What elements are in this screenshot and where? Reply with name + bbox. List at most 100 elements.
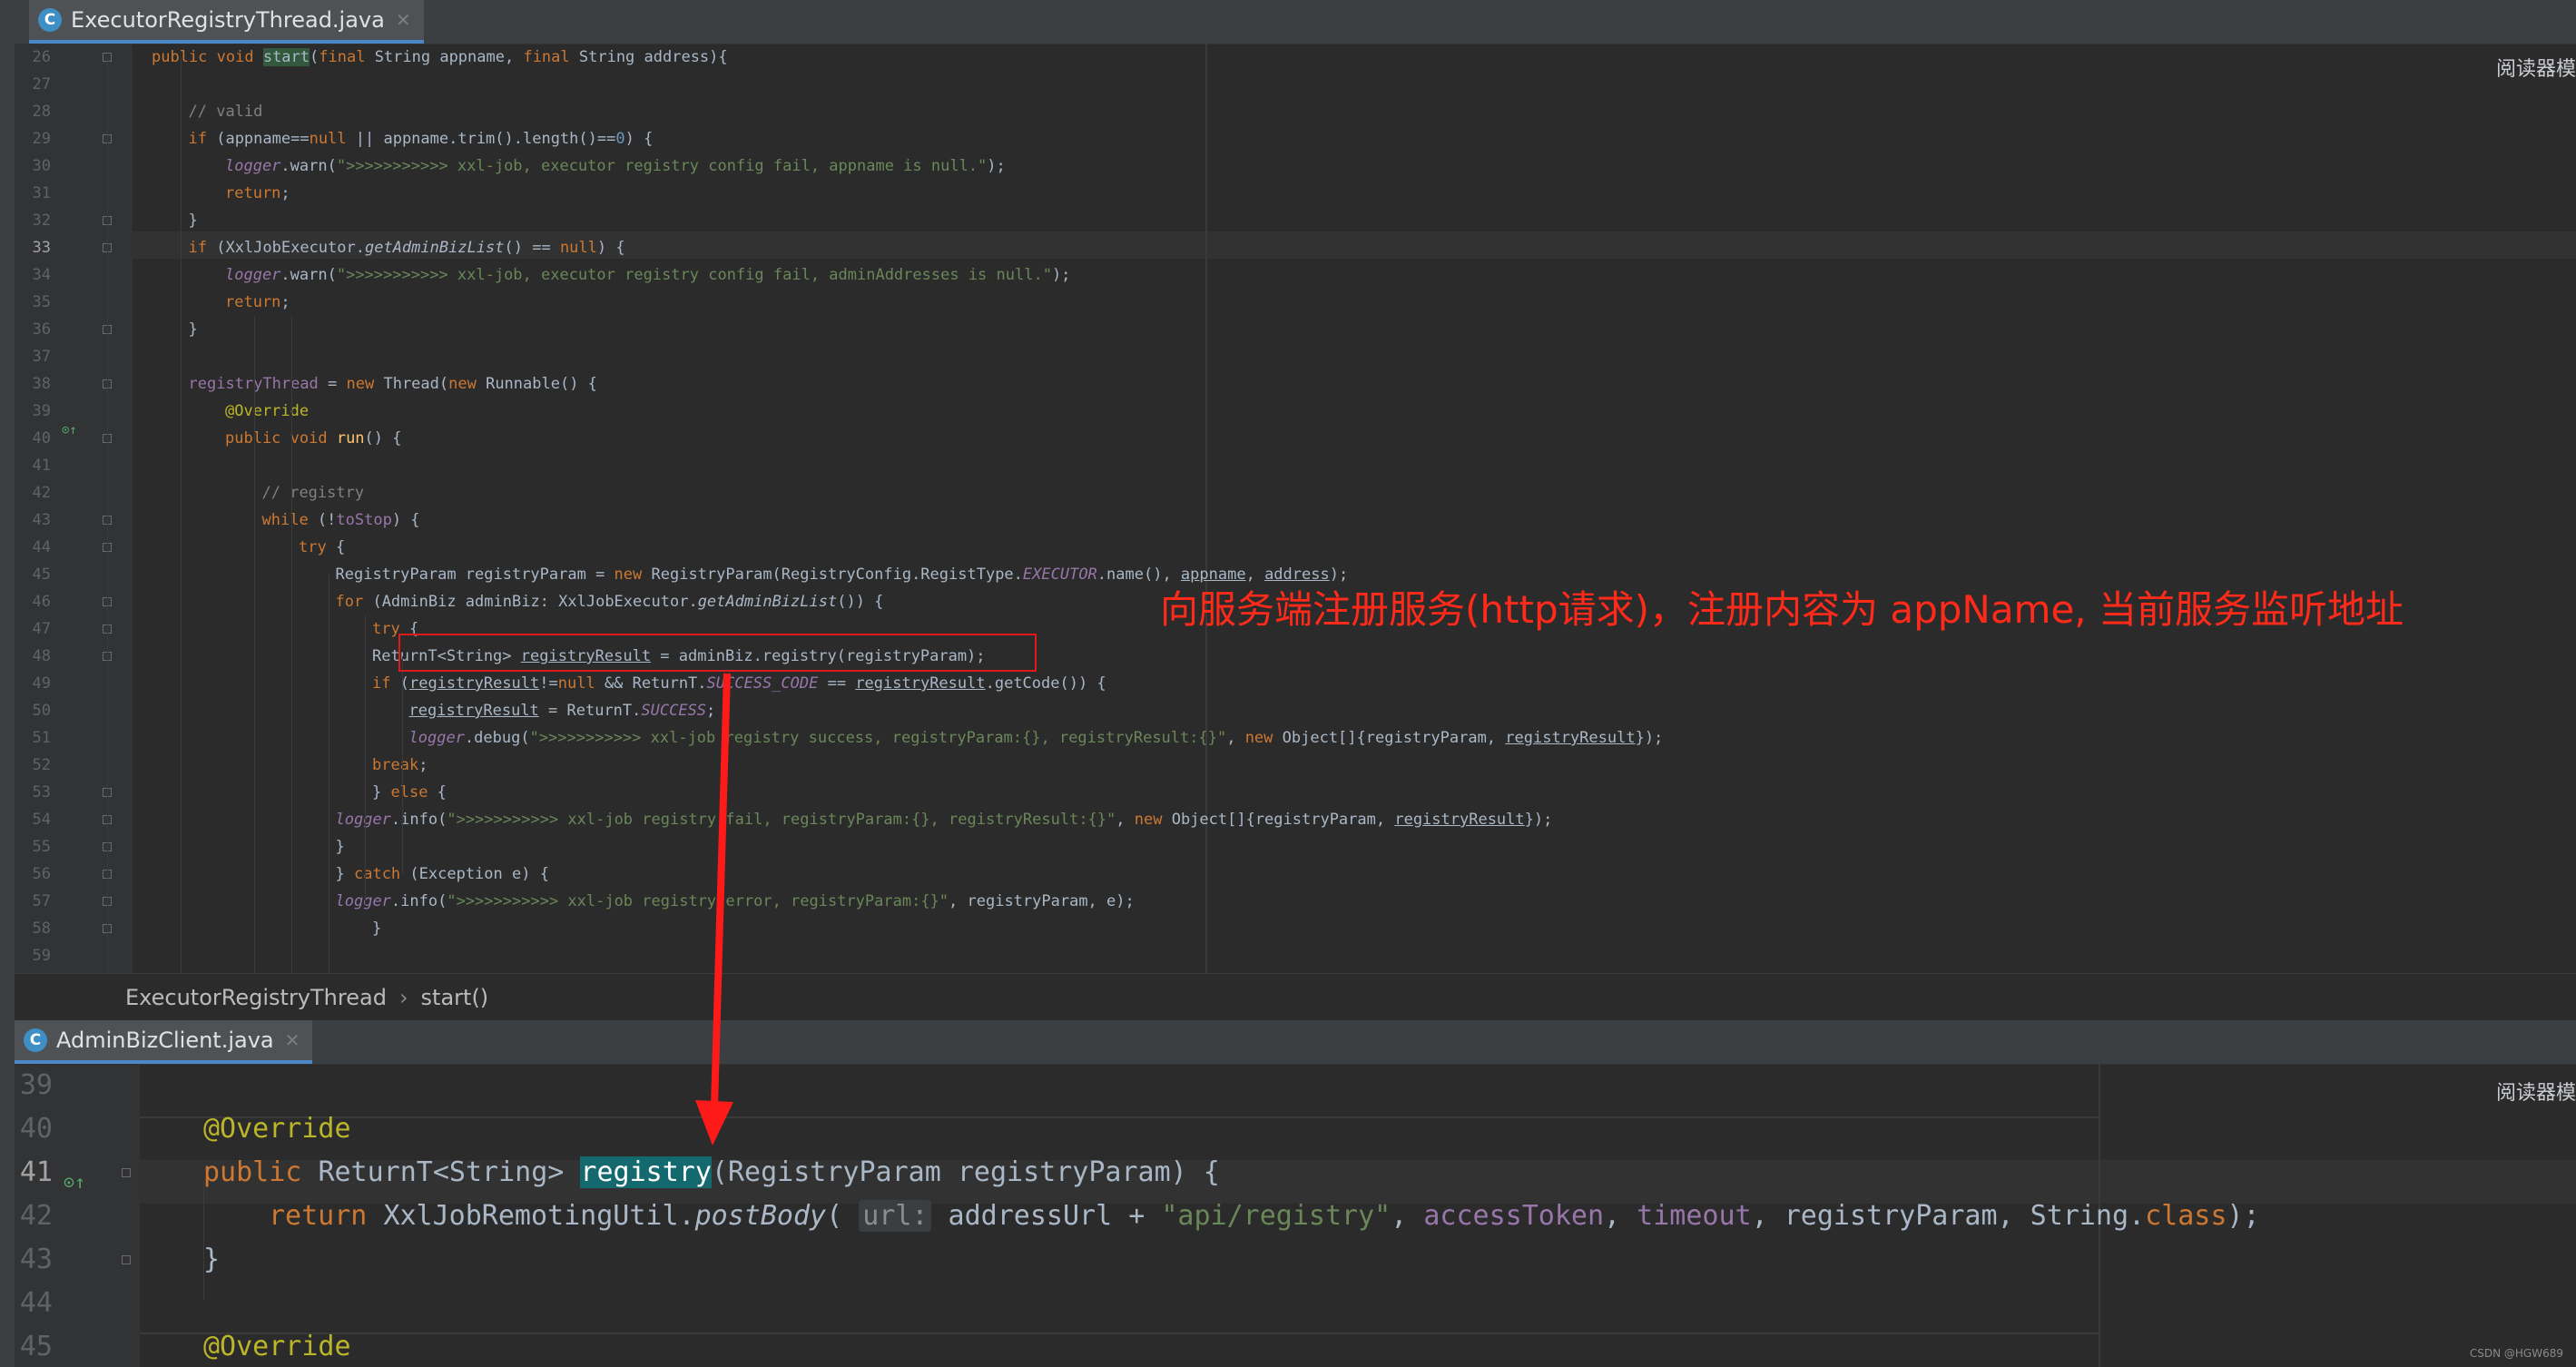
line-number: 51 [32,729,51,747]
tab-executor-registry-thread[interactable]: C ExecutorRegistryThread.java ✕ [29,0,424,44]
java-class-icon: C [24,1028,47,1052]
code-token: .warn( [280,157,337,175]
code-token: registryThread [188,375,329,393]
code-token: while [261,511,318,529]
line-number: 28 [32,103,51,121]
reader-mode-label[interactable]: 阅读器模 [2496,1077,2576,1106]
code-token: ">>>>>>>>>>> xxl-job registry error, reg… [447,892,949,910]
code-token: XxlJobRemotingUtil. [383,1200,695,1232]
indent-guide [365,615,366,906]
code-line: } [372,915,381,942]
line-number: 57 [32,892,51,910]
code-token: Object[]{registryParam, [1171,811,1395,829]
code-token: , [1391,1200,1424,1232]
code-line: logger.info(">>>>>>>>>>> xxl-job registr… [336,806,1553,833]
code-token: || appname.trim().length()== [355,130,616,148]
code-token: Object[]{registryParam, [1282,729,1506,747]
line-number: 30 [32,157,51,175]
code-token: ">>>>>>>>>>> xxl-job registry success, r… [529,729,1227,747]
code-token: logger [225,157,281,175]
line-number: 35 [32,293,51,311]
java-class-icon: C [38,8,62,32]
code-token: ; [706,702,716,720]
line-number: 44 [32,538,51,556]
code-token: .info( [390,811,447,829]
code-token: (appname== [216,130,310,148]
code-token: null [309,130,356,148]
line-number: 39 [19,1069,53,1101]
line-number: 44 [19,1287,53,1319]
left-tool-strip [0,0,15,1367]
code-token: (AdminBiz adminBiz: XxlJobExecutor. [372,593,698,611]
code-token: RegistryParam registryParam = [335,565,615,584]
line-number: 33 [32,239,51,257]
code-token: return [225,293,281,311]
code-token: registryResult [1505,729,1636,747]
code-token: (Exception e) { [409,865,549,883]
code-token: { [335,538,346,556]
code-token: EXECUTOR [1022,565,1097,584]
code-line: } [189,207,198,234]
code-token: String address){ [578,48,728,66]
code-token: Runnable() { [486,375,597,393]
line-number: 42 [19,1200,53,1232]
fold-marker-icon[interactable] [122,1255,131,1264]
line-number: 38 [32,375,51,393]
code-token: , registryParam, String. [1751,1200,2146,1232]
method-separator [140,1333,2100,1334]
tab-admin-biz-client[interactable]: C AdminBizClient.java ✕ [15,1020,313,1064]
code-token: registryResult [408,674,540,693]
code-token: @Override [203,1113,351,1145]
code-token: final [523,48,579,66]
fold-marker-icon[interactable] [122,1168,131,1177]
code-line: @Override [203,1107,351,1151]
bottom-code-editor[interactable]: 阅读器模 ⊙↑ 39 40 @Override 41 public ReturnT<St… [15,1064,2576,1367]
code-token: public [203,1156,319,1188]
code-token: .info( [390,892,447,910]
code-token: , registryParam, e); [949,892,1135,910]
breadcrumb-class[interactable]: ExecutorRegistryThread [125,985,387,1010]
code-token: return [225,184,281,202]
code-token: String appname, [374,48,524,66]
code-line: // registry [262,479,365,506]
reader-mode-label[interactable]: 阅读器模 [2496,53,2576,82]
line-number: 53 [32,783,51,802]
right-margin-guide [1205,44,1207,973]
indent-guide [107,57,108,973]
code-token: RegistryParam(RegistryConfig.RegistType. [651,565,1023,584]
close-icon[interactable]: ✕ [285,1029,300,1051]
code-token: "api/registry" [1161,1200,1391,1232]
close-icon[interactable]: ✕ [396,9,411,31]
breadcrumb-method[interactable]: start() [421,985,489,1010]
code-line: if (appname==null || appname.trim().leng… [189,125,654,152]
code-token: && ReturnT. [604,674,707,693]
code-token: .getCode()) { [985,674,1106,693]
code-line: public void run() { [225,425,402,452]
line-number: 49 [32,674,51,693]
line-number: 43 [19,1244,53,1275]
code-line: try { [299,534,345,561]
line-number: 42 [32,484,51,502]
code-token: , [1116,811,1135,829]
code-token: .debug( [464,729,530,747]
line-number: 47 [32,620,51,638]
code-token: ); [987,157,1006,175]
bottom-tab-bar: C AdminBizClient.java ✕ [15,1020,2576,1065]
code-token: run [336,429,365,447]
code-line: public void start(final String appname, … [152,44,728,71]
code-token: , [1604,1200,1637,1232]
code-token: = [328,375,347,393]
code-line: } [336,833,345,861]
code-line: return; [225,180,290,207]
line-number: 34 [32,266,51,284]
code-token: for [335,593,373,611]
line-number: 26 [32,48,51,66]
code-token: } [372,783,391,802]
indent-guide [402,656,403,874]
code-token: , [1226,729,1245,747]
watermark: CSDN @HGW689 [2469,1347,2563,1360]
code-token: (! [317,511,337,529]
code-token: ); [1051,266,1071,284]
top-code-editor[interactable]: 阅读器模 ⊙↑ 26 public void start(final String… [15,44,2576,973]
code-token: ); [2227,1200,2260,1232]
